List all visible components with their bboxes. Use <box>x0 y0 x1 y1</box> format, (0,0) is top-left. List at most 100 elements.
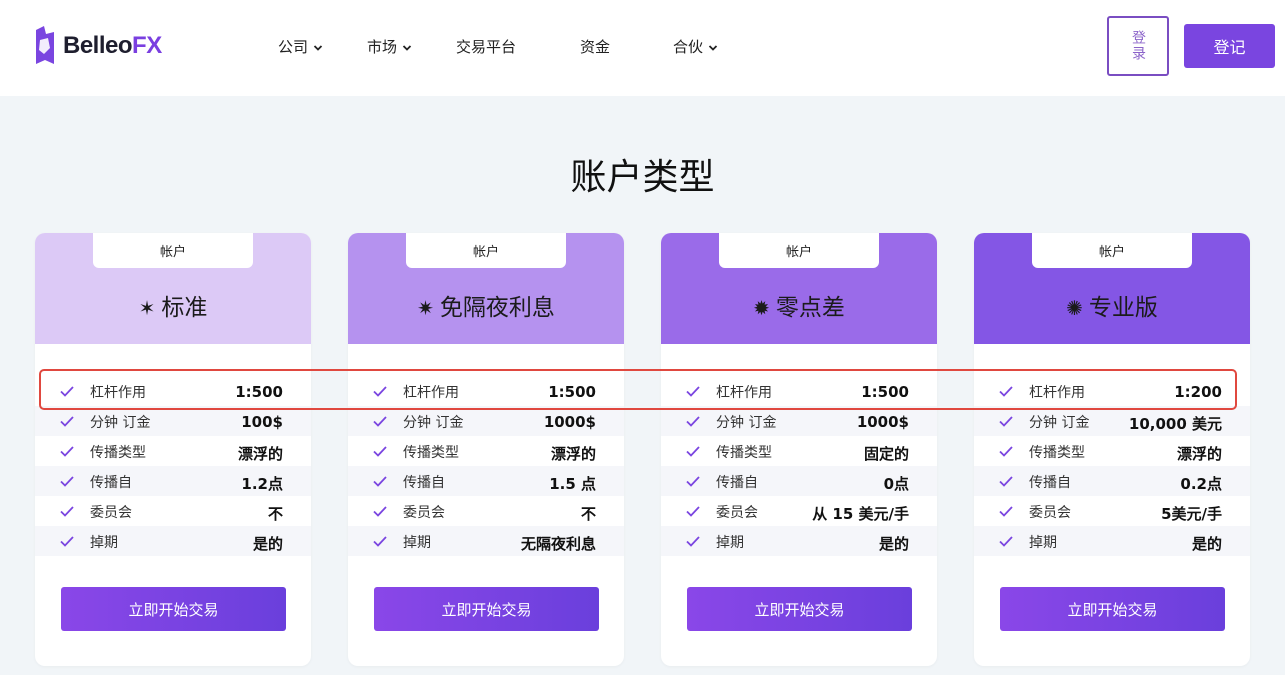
register-button[interactable]: 登记 <box>1184 24 1275 68</box>
star-icon: ✹ <box>753 296 770 320</box>
feature-row: 传播自 1.2点 <box>35 466 311 496</box>
feature-value: 5美元/手 <box>1161 505 1222 523</box>
card-header: 帐户 ✷ 免隔夜利息 <box>348 233 624 344</box>
feature-label: 分钟 订金 <box>1029 415 1090 431</box>
feature-list: 杠杆作用 1:500 分钟 订金 1000$ 传播类型 漂浮的 传播自 1.5 点委员会 不掉期… <box>348 376 624 556</box>
feature-list: 杠杆作用 1:500 分钟 订金 100$ 传播类型 漂浮的 传播自 1.2点 委员会 不掉期 是的 <box>35 376 311 556</box>
start-trading-button[interactable]: 立即开始交易 <box>61 587 286 631</box>
feature-label: 委员会 <box>403 505 445 521</box>
chevron-down-icon <box>313 44 323 51</box>
card-title-text: 零点差 <box>775 295 845 321</box>
feature-label: 传播自 <box>90 475 132 491</box>
start-trading-button[interactable]: 立即开始交易 <box>1000 587 1225 631</box>
check-icon <box>373 386 387 397</box>
feature-label: 传播自 <box>1029 475 1071 491</box>
chevron-down-icon <box>402 44 412 51</box>
check-icon <box>999 506 1013 517</box>
feature-row: 委员会 从 15 美元/手 <box>661 496 937 526</box>
check-icon <box>373 446 387 457</box>
check-icon <box>373 506 387 517</box>
feature-value: 漂浮的 <box>550 445 596 463</box>
feature-row: 掉期 是的 <box>661 526 937 556</box>
feature-label: 传播类型 <box>1029 445 1085 461</box>
feature-label: 传播类型 <box>403 445 459 461</box>
nav-item-platforms[interactable]: 交易平台 <box>456 36 516 57</box>
account-card-zero-spread: 帐户 ✹ 零点差 杠杆作用 1:500 分钟 订金 1000$ 传播类型 固定的 传播自 0点 委员会… <box>661 233 937 666</box>
feature-label: 委员会 <box>90 505 132 521</box>
check-icon <box>60 506 74 517</box>
card-tab-label: 帐户 <box>93 233 253 268</box>
check-icon <box>999 416 1013 427</box>
feature-value: 1:500 <box>235 383 283 401</box>
card-title: ✶ 标准 <box>35 288 311 322</box>
feature-label: 杠杆作用 <box>90 385 146 401</box>
card-tab-label: 帐户 <box>719 233 879 268</box>
account-card-swap-free: 帐户 ✷ 免隔夜利息 杠杆作用 1:500 分钟 订金 1000$ 传播类型 漂浮的 传播自 1.5… <box>348 233 624 666</box>
nav-label: 公司 <box>278 38 309 56</box>
nav-item-markets[interactable]: 市场 <box>367 36 412 57</box>
check-icon <box>686 386 700 397</box>
feature-label: 传播自 <box>716 475 758 491</box>
check-icon <box>686 416 700 427</box>
feature-value: 不 <box>267 505 283 523</box>
feature-row: 杠杆作用 1:200 <box>974 376 1250 406</box>
logo[interactable]: BelleoFX <box>34 26 162 66</box>
nav-item-partners[interactable]: 合伙 <box>673 36 718 57</box>
feature-label: 传播自 <box>403 475 445 491</box>
card-tab-label: 帐户 <box>1032 233 1192 268</box>
feature-row: 委员会 不 <box>348 496 624 526</box>
feature-row: 委员会 不 <box>35 496 311 526</box>
check-icon <box>373 476 387 487</box>
start-trading-button[interactable]: 立即开始交易 <box>374 587 599 631</box>
feature-list: 杠杆作用 1:200 分钟 订金 10,000 美元 传播类型 漂浮的 传播自 0.2点 委员会… <box>974 376 1250 556</box>
check-icon <box>999 386 1013 397</box>
nav-label: 资金 <box>580 38 611 56</box>
feature-label: 杠杆作用 <box>403 385 459 401</box>
feature-row: 杠杆作用 1:500 <box>661 376 937 406</box>
nav-item-funding[interactable]: 资金 <box>580 36 610 57</box>
feature-value: 漂浮的 <box>1176 445 1222 463</box>
check-icon <box>686 476 700 487</box>
card-tab-label: 帐户 <box>406 233 566 268</box>
feature-row: 杠杆作用 1:500 <box>348 376 624 406</box>
login-button[interactable]: 登录 <box>1107 16 1169 76</box>
check-icon <box>686 446 700 457</box>
check-icon <box>60 536 74 547</box>
nav-label: 交易平台 <box>456 38 517 56</box>
feature-label: 掉期 <box>403 535 431 551</box>
feature-label: 委员会 <box>716 505 758 521</box>
feature-label: 杠杆作用 <box>1029 385 1085 401</box>
star-icon: ✶ <box>138 296 156 320</box>
card-title: ✷ 免隔夜利息 <box>348 288 624 322</box>
feature-value: 漂浮的 <box>237 445 283 463</box>
feature-value: 1:200 <box>1174 383 1222 401</box>
site-header: BelleoFX 公司 市场 交易平台 资金 合伙 登录 登记 <box>0 0 1285 96</box>
feature-label: 传播类型 <box>90 445 146 461</box>
feature-list: 杠杆作用 1:500 分钟 订金 1000$ 传播类型 固定的 传播自 0点 委员会 从 15 美… <box>661 376 937 556</box>
account-card-standard: 帐户 ✶ 标准 杠杆作用 1:500 分钟 订金 100$ 传播类型 漂浮的 传播自 1.2点 委员会… <box>35 233 311 666</box>
feature-row: 传播自 1.5 点 <box>348 466 624 496</box>
feature-value: 无隔夜利息 <box>520 535 596 553</box>
feature-value: 1.5 点 <box>549 475 596 493</box>
feature-label: 分钟 订金 <box>90 415 151 431</box>
feature-value: 1000$ <box>856 413 909 431</box>
card-title-text: 专业版 <box>1088 295 1158 321</box>
feature-value: 固定的 <box>863 445 909 463</box>
feature-value: 1.2点 <box>241 475 283 493</box>
feature-label: 掉期 <box>716 535 744 551</box>
feature-value: 1:500 <box>548 383 596 401</box>
feature-row: 分钟 订金 1000$ <box>661 406 937 436</box>
feature-value: 1:500 <box>861 383 909 401</box>
feature-label: 分钟 订金 <box>403 415 464 431</box>
feature-label: 传播类型 <box>716 445 772 461</box>
star-icon: ✺ <box>1066 296 1083 320</box>
feature-value: 是的 <box>878 535 909 553</box>
nav-item-company[interactable]: 公司 <box>278 36 323 57</box>
start-trading-button[interactable]: 立即开始交易 <box>687 587 912 631</box>
feature-label: 委员会 <box>1029 505 1071 521</box>
check-icon <box>686 536 700 547</box>
feature-value: 不 <box>580 505 596 523</box>
feature-row: 传播类型 固定的 <box>661 436 937 466</box>
chevron-down-icon <box>708 44 718 51</box>
check-icon <box>60 386 74 397</box>
